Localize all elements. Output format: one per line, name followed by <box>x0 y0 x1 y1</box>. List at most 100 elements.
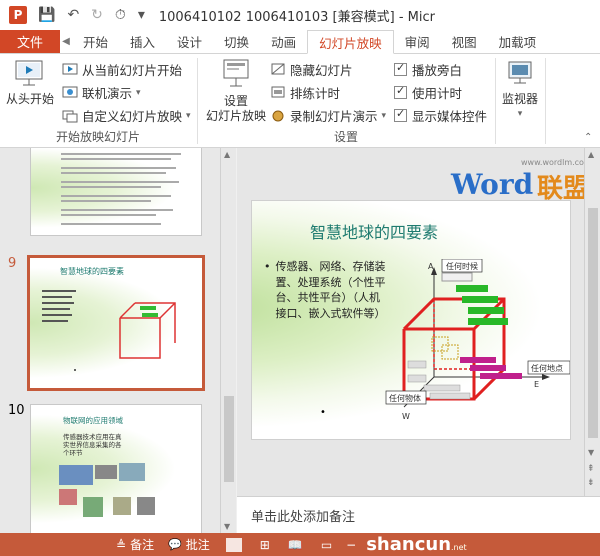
slide-number-10: 10 <box>8 403 25 418</box>
save-icon[interactable]: 💾 <box>38 7 55 23</box>
notes-pane[interactable]: 单击此处添加备注 <box>237 496 600 533</box>
tab-design[interactable]: 设计 <box>166 30 213 53</box>
bullet-icon: • <box>264 260 271 273</box>
tab-transitions[interactable]: 切换 <box>213 30 260 53</box>
tab-file[interactable]: 文件 <box>0 30 60 53</box>
present-online-icon <box>62 85 78 101</box>
checkbox-checked-icon <box>394 84 407 99</box>
collapse-ribbon-icon[interactable]: ⌃ <box>584 132 592 143</box>
hide-slide-icon <box>270 62 286 78</box>
powerpoint-app-icon[interactable]: P <box>8 5 28 25</box>
four-elements-diagram: A 任何时候 E 任何地点 任何物体 W <box>385 259 570 421</box>
start-slideshow-group: 从头开始 从当前幻灯片开始 联机演示 ▾ 自定义幻灯片放映 ▾ 开始放映幻灯片 <box>0 54 196 148</box>
dropdown-arrow-icon: ▾ <box>517 109 523 119</box>
ribbon-body: 从头开始 从当前幻灯片开始 联机演示 ▾ 自定义幻灯片放映 ▾ 开始放映幻灯片 <box>0 54 600 148</box>
scroll-down-icon[interactable]: ▼ <box>224 522 230 531</box>
present-online-button[interactable]: 联机演示 ▾ <box>62 83 141 102</box>
hide-slide-button[interactable]: 隐藏幻灯片 <box>270 60 353 79</box>
slide-sorter-button[interactable]: ⊞ <box>260 538 270 552</box>
dropdown-arrow-icon: ▾ <box>381 110 387 121</box>
scroll-down-icon[interactable]: ▼ <box>588 448 594 457</box>
rehearse-timings-icon <box>270 85 286 101</box>
comment-icon: 💬 <box>168 538 182 551</box>
show-media-controls-checkbox[interactable]: 显示媒体控件 <box>394 106 487 125</box>
zoom-out-button[interactable]: − <box>346 538 356 552</box>
slide-9-mini-diagram <box>42 290 176 371</box>
normal-view-icon <box>225 537 242 552</box>
from-beginning-button[interactable]: 从头开始 <box>4 58 56 107</box>
scroll-thumb[interactable] <box>224 396 234 482</box>
previous-slide-icon[interactable]: ⇞ <box>587 464 595 474</box>
monitor-icon <box>508 61 532 84</box>
slide-thumbnail-10[interactable]: 物联网的应用领域 传感器技术应用在真实世界信息采集的各个环节 <box>30 404 202 533</box>
scroll-thumb[interactable] <box>588 208 598 438</box>
rehearse-timings-button[interactable]: 排练计时 <box>270 83 340 102</box>
setup-slideshow-icon <box>223 59 249 87</box>
notes-toggle-button[interactable]: ≜ 备注 <box>116 536 154 553</box>
next-slide-icon[interactable]: ⇟ <box>587 478 595 488</box>
axis-label-w: W <box>402 412 410 421</box>
scroll-up-icon[interactable]: ▲ <box>588 150 594 159</box>
notes-icon: ≜ <box>116 537 127 552</box>
group-label-setup: 设置 <box>333 130 358 144</box>
comments-toggle-button[interactable]: 💬 批注 <box>168 536 210 553</box>
slide-bullet: • 传感器、网络、存储装置、处理系统（个性平台、共性平台）（人机接口、嵌入式软件… <box>264 260 386 320</box>
custom-slideshow-button[interactable]: 自定义幻灯片放映 ▾ <box>62 106 191 125</box>
slide-show-button[interactable]: ▭ <box>321 538 332 552</box>
thumbnail-scrollbar[interactable]: ▲ ▼ <box>220 148 236 533</box>
tab-view[interactable]: 视图 <box>441 30 488 53</box>
tab-insert[interactable]: 插入 <box>119 30 166 53</box>
from-current-icon <box>62 62 78 78</box>
watermark-url: www.wordlm.com <box>521 158 592 167</box>
reading-view-icon: 📖 <box>287 537 303 552</box>
thumbnail-pane: 9 智慧地球的四要素 10 物联网的应用领域 传感器技术应用在真实世界信息采集的… <box>0 148 220 533</box>
record-slideshow-button[interactable]: 录制幻灯片演示 ▾ <box>270 106 386 125</box>
dropdown-arrow-icon: ▾ <box>186 110 191 121</box>
monitor-button[interactable]: 监视器 ▾ <box>496 58 544 122</box>
tab-add-ins[interactable]: 加载项 <box>488 30 548 53</box>
slide-8-text-lines <box>61 153 181 225</box>
main-scrollbar[interactable]: ▲ ▼ ⇞ ⇟ <box>584 148 600 496</box>
tab-home[interactable]: 开始 <box>72 30 119 53</box>
quick-access-toolbar: 💾 ↶ ↻ ⏱ ▾ <box>38 7 145 23</box>
start-from-beginning-icon[interactable]: ⏱ <box>115 7 126 23</box>
current-slide[interactable]: 智慧地球的四要素 • 传感器、网络、存储装置、处理系统（个性平台、共性平台）（人… <box>251 200 571 440</box>
scroll-up-icon[interactable]: ▲ <box>224 150 230 159</box>
reading-view-button[interactable]: 📖 <box>288 538 303 552</box>
normal-view-button[interactable] <box>225 537 242 552</box>
label-any-place: 任何地点 <box>531 363 563 373</box>
notes-placeholder: 单击此处添加备注 <box>251 509 356 525</box>
watermark-word: Word <box>451 168 534 201</box>
customize-toolbar-icon[interactable]: ▾ <box>138 7 145 23</box>
slide-thumbnail-8[interactable] <box>30 148 202 236</box>
label-any-object: 任何物体 <box>389 393 421 403</box>
tab-animations[interactable]: 动画 <box>260 30 307 53</box>
tab-slide-show[interactable]: 幻灯片放映 <box>307 30 394 54</box>
bullet-dot: • <box>320 407 326 418</box>
use-timings-checkbox[interactable]: 使用计时 <box>394 83 462 102</box>
redo-icon[interactable]: ↻ <box>91 7 103 23</box>
slideshow-icon: ▭ <box>320 537 333 552</box>
record-icon <box>270 108 286 124</box>
dropdown-arrow-icon: ▾ <box>136 87 141 98</box>
axis-label-a: A <box>428 262 434 271</box>
play-narrations-checkbox[interactable]: 播放旁白 <box>394 60 462 79</box>
slide-title: 智慧地球的四要素 <box>310 223 439 242</box>
slide-number-9: 9 <box>8 256 17 271</box>
undo-icon[interactable]: ↶ <box>67 7 79 23</box>
from-beginning-icon <box>15 60 43 86</box>
setup-slideshow-button[interactable]: 设置 幻灯片放映 <box>202 58 270 124</box>
shancun-logo-text: shancun <box>366 534 452 555</box>
shancun-logo-suffix: .net <box>451 543 467 552</box>
group-divider <box>545 58 546 144</box>
from-current-slide-button[interactable]: 从当前幻灯片开始 <box>62 60 182 79</box>
slide-10-mini-diagram <box>59 463 155 517</box>
window-title: 1006410102 1006410103 [兼容模式] - Micr <box>158 9 435 25</box>
label-any-time: 任何时候 <box>446 261 478 271</box>
slide-thumbnail-9[interactable]: 智慧地球的四要素 <box>27 255 205 391</box>
tab-scroll-left-icon[interactable]: ◀ <box>60 30 72 53</box>
group-label-start: 开始放映幻灯片 <box>55 130 140 144</box>
checkbox-checked-icon <box>394 61 407 76</box>
tab-review[interactable]: 审阅 <box>394 30 441 53</box>
status-bar: ≜ 备注 💬 批注 ⊞ 📖 ▭ − shancun .net <box>0 533 600 556</box>
